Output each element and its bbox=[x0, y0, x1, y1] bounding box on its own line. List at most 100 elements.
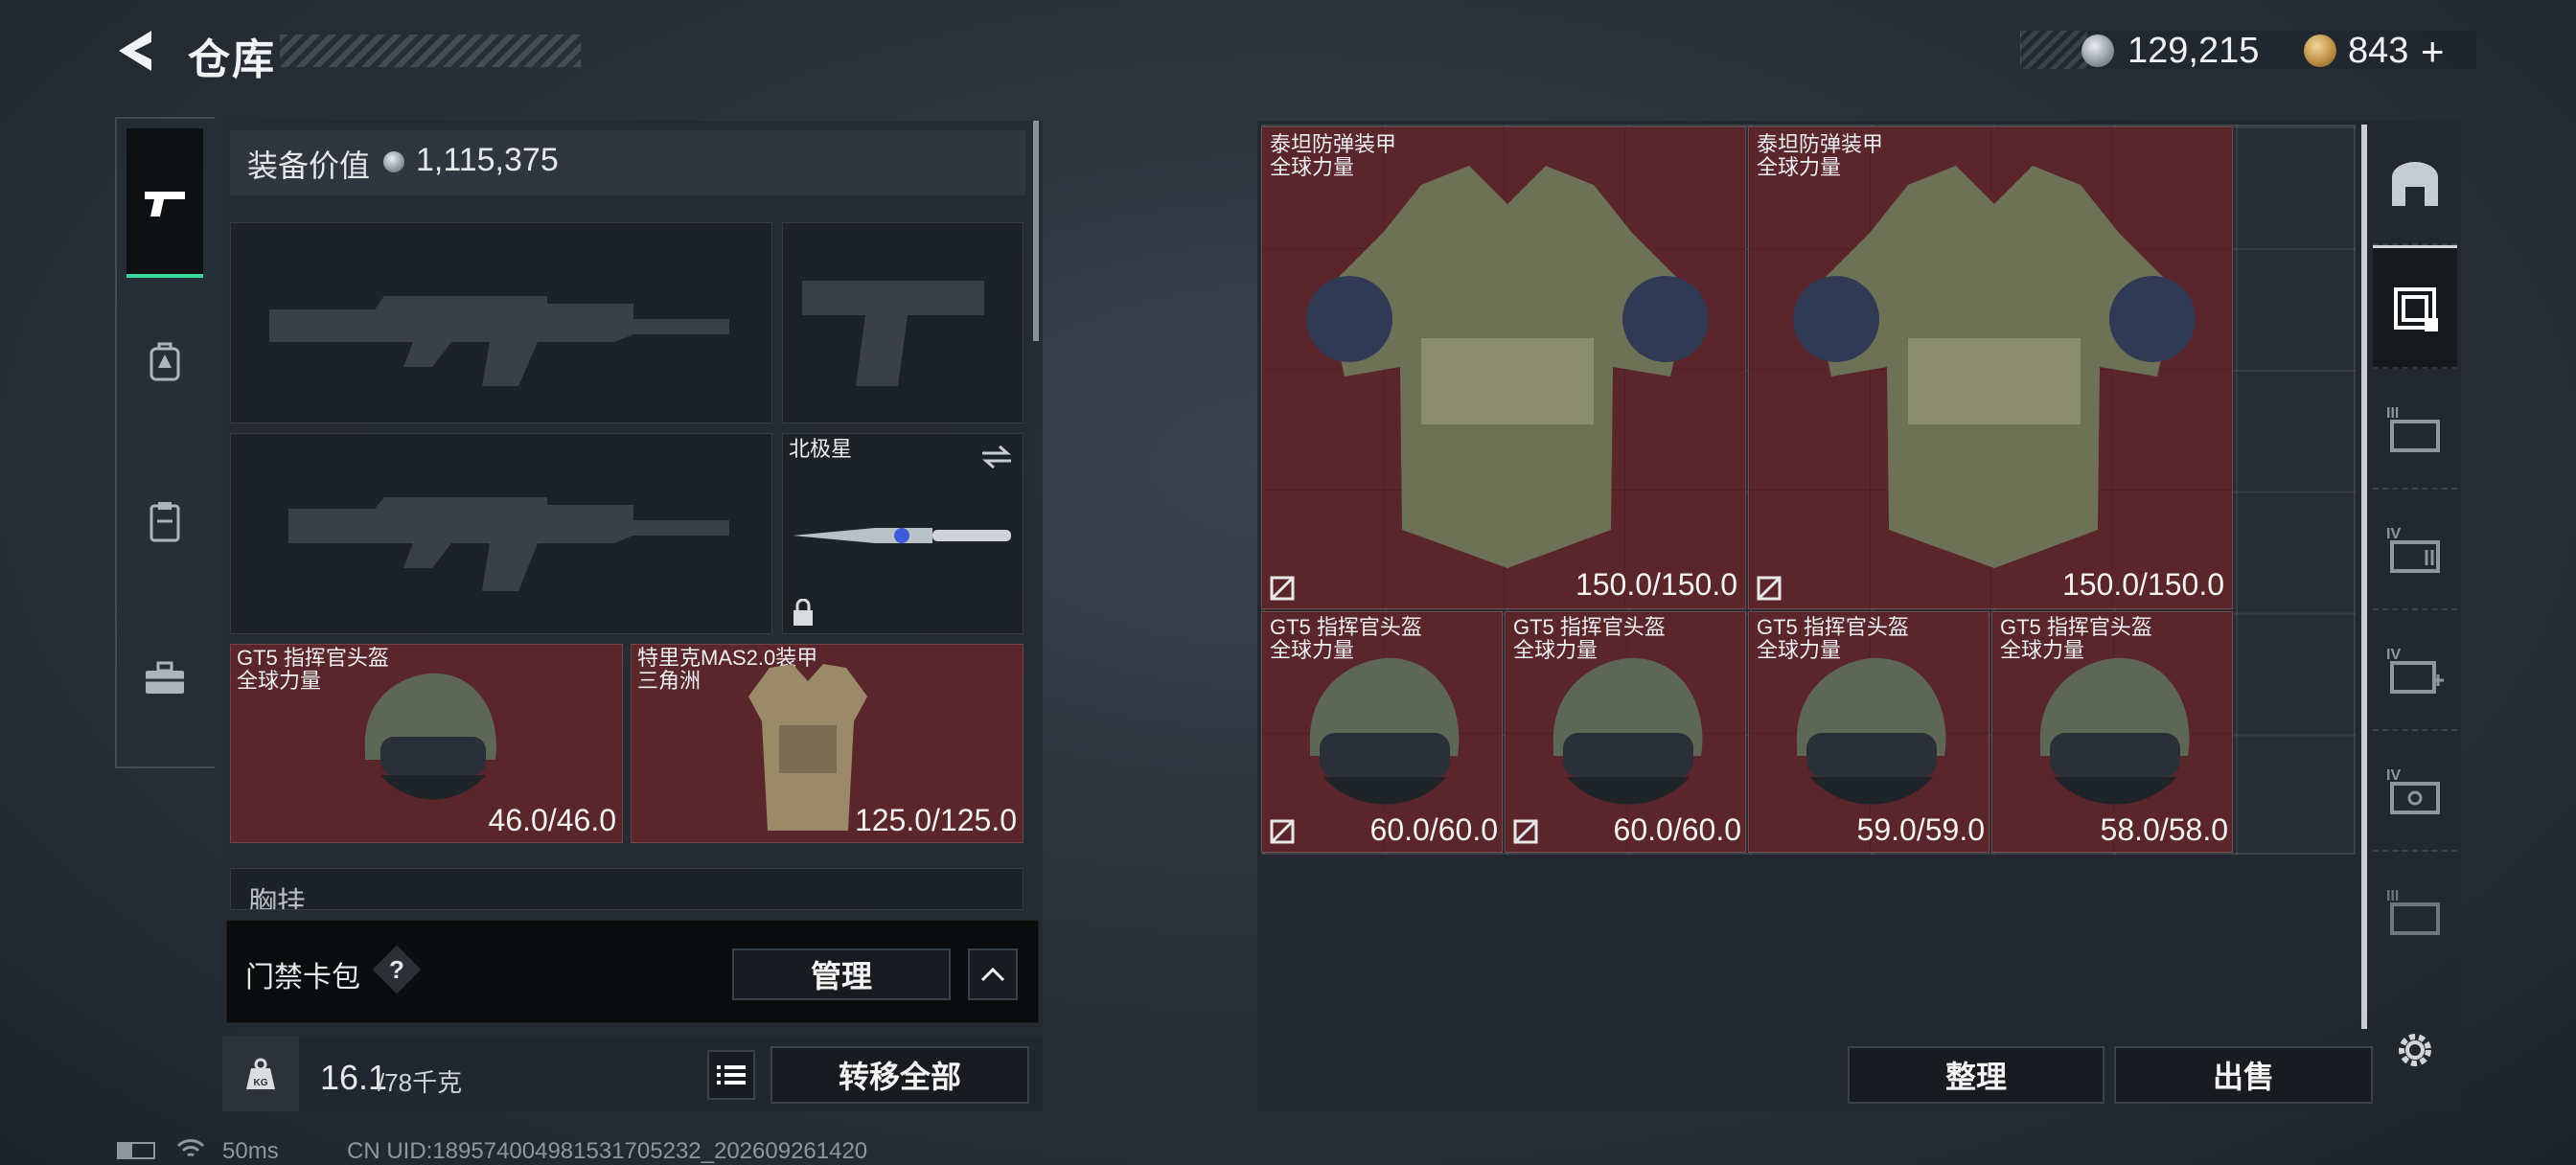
vest-icon bbox=[1793, 166, 2196, 568]
storage-tabs: III IV IV IV III bbox=[2373, 125, 2457, 1025]
helmet-slot[interactable]: GT5 指挥官头盔 全球力量 46.0/46.0 bbox=[230, 644, 623, 843]
max-weight: /78千克 bbox=[378, 1068, 463, 1097]
ping-text: 50ms bbox=[222, 1138, 279, 1164]
nav-toolbox[interactable] bbox=[126, 640, 203, 717]
case-iii-b-icon: III bbox=[2386, 888, 2440, 935]
settings-button[interactable] bbox=[2392, 1027, 2438, 1078]
no-insure-icon bbox=[1270, 576, 1295, 601]
tab-case-iii[interactable]: III bbox=[2373, 369, 2457, 490]
case-iv-key-icon: IV bbox=[2386, 767, 2440, 814]
storage-item-armor[interactable]: 泰坦防弹装甲 全球力量 150.0/150.0 bbox=[1748, 126, 2233, 609]
storage-item-armor[interactable]: 泰坦防弹装甲 全球力量 150.0/150.0 bbox=[1261, 126, 1746, 609]
toolbox-icon bbox=[146, 661, 184, 694]
list-icon bbox=[717, 1065, 746, 1085]
storage-scrollbar[interactable] bbox=[2361, 125, 2367, 1029]
safe-box-icon bbox=[2392, 162, 2438, 206]
transfer-all-button[interactable]: 转移全部 bbox=[770, 1046, 1029, 1104]
melee-slot[interactable]: 北极星 bbox=[782, 433, 1024, 634]
battery-icon bbox=[117, 1142, 155, 1159]
lock-icon bbox=[794, 599, 813, 626]
list-view-button[interactable] bbox=[707, 1050, 755, 1100]
gold-balance: 843 bbox=[2348, 31, 2409, 71]
tier-label: III bbox=[2386, 888, 2399, 904]
item-durability: 59.0/59.0 bbox=[1856, 812, 1985, 847]
item-durability: 150.0/150.0 bbox=[2061, 567, 2224, 602]
weight-badge: KG bbox=[222, 1037, 299, 1111]
clipboard-icon bbox=[150, 502, 180, 542]
tier-label: III bbox=[2386, 405, 2399, 422]
item-name: GT5 指挥官头盔 bbox=[2000, 615, 2152, 639]
item-name: GT5 指挥官头盔 bbox=[1270, 615, 1422, 639]
rifle-silhouette-icon bbox=[288, 497, 729, 591]
secondary-weapon-slot[interactable] bbox=[230, 433, 772, 634]
value-coin-icon bbox=[383, 151, 404, 172]
tab-case-iii-b[interactable]: III bbox=[2373, 852, 2457, 971]
helmet-durability: 46.0/46.0 bbox=[488, 803, 616, 837]
tab-gear-case[interactable] bbox=[2373, 245, 2457, 369]
nav-clipboard[interactable] bbox=[126, 483, 203, 560]
title-decoration bbox=[280, 34, 581, 67]
storage-item-helmet[interactable]: GT5 指挥官头盔 全球力量 58.0/58.0 bbox=[1991, 611, 2233, 853]
tab-safe-box[interactable] bbox=[2373, 125, 2457, 245]
helmet-icon bbox=[364, 673, 496, 800]
rifle-silhouette-icon bbox=[269, 296, 729, 386]
sidearm-slot[interactable] bbox=[782, 222, 1024, 423]
gear-case-icon bbox=[2394, 287, 2438, 331]
add-currency-button[interactable]: + bbox=[2421, 29, 2445, 75]
no-insure-icon bbox=[1757, 576, 1782, 601]
chest-rig-slot[interactable]: 胸挂 bbox=[230, 868, 1024, 910]
helmet-icon bbox=[1796, 657, 1946, 805]
armor-durability: 125.0/125.0 bbox=[854, 803, 1017, 837]
tab-case-iv-b[interactable]: IV bbox=[2373, 610, 2457, 731]
storage-item-helmet[interactable]: GT5 指挥官头盔 全球力量 59.0/59.0 bbox=[1748, 611, 1990, 853]
kg-weight-icon: KG bbox=[246, 1058, 275, 1089]
manage-button[interactable]: 管理 bbox=[732, 948, 951, 1000]
help-icon[interactable]: ? bbox=[380, 952, 414, 987]
armor-slot[interactable]: 特里克MAS2.0装甲 三角洲 125.0/125.0 bbox=[631, 644, 1024, 843]
backpack-icon bbox=[150, 342, 180, 381]
helmet-icon bbox=[1552, 657, 1703, 805]
back-button[interactable] bbox=[113, 27, 161, 75]
sell-button[interactable]: 出售 bbox=[2114, 1046, 2373, 1104]
swap-icon[interactable] bbox=[980, 444, 1013, 470]
back-arrow-icon bbox=[119, 31, 151, 71]
item-name: GT5 指挥官头盔 bbox=[1513, 615, 1666, 639]
chevron-up-icon bbox=[980, 967, 1005, 982]
equipment-value: 1,115,375 bbox=[416, 142, 559, 178]
nav-weapons[interactable] bbox=[126, 165, 203, 241]
loadout-scrollbar[interactable] bbox=[1033, 121, 1039, 341]
vest-icon bbox=[1306, 166, 1709, 568]
item-durability: 60.0/60.0 bbox=[1369, 812, 1498, 847]
page-title: 仓库 bbox=[188, 36, 276, 83]
tier-label: IV bbox=[2386, 767, 2401, 784]
sort-button[interactable]: 整理 bbox=[1848, 1046, 2104, 1104]
no-insure-icon bbox=[1513, 819, 1538, 844]
currency-bar-decoration bbox=[2020, 31, 2087, 69]
primary-weapon-slot[interactable] bbox=[230, 222, 772, 423]
case-iii-icon: III bbox=[2386, 405, 2440, 452]
case-iv-medical-icon: IV bbox=[2386, 647, 2444, 694]
knife-icon bbox=[793, 528, 1011, 543]
nav-backpack[interactable] bbox=[126, 324, 203, 400]
armor-icon bbox=[748, 664, 867, 831]
helmet-brand: 全球力量 bbox=[237, 669, 322, 693]
tier-label: IV bbox=[2386, 526, 2401, 542]
tab-case-iv-a[interactable]: IV bbox=[2373, 490, 2457, 610]
armor-brand: 三角洲 bbox=[637, 669, 702, 693]
item-durability: 58.0/58.0 bbox=[2100, 812, 2228, 847]
helmet-icon bbox=[1309, 657, 1460, 805]
chest-rig-label: 胸挂 bbox=[248, 887, 306, 910]
item-durability: 150.0/150.0 bbox=[1575, 567, 1737, 602]
collapse-button[interactable] bbox=[968, 948, 1018, 1000]
uid-text: CN UID:18957400498153170523​2_2026092614… bbox=[347, 1138, 868, 1164]
storage-item-helmet[interactable]: GT5 指挥官头盔 全球力量 60.0/60.0 bbox=[1505, 611, 1746, 853]
kg-label: KG bbox=[254, 1078, 268, 1088]
storage-item-helmet[interactable]: GT5 指挥官头盔 全球力量 60.0/60.0 bbox=[1261, 611, 1503, 853]
wifi-icon bbox=[176, 1139, 205, 1157]
case-iv-ammo-icon: IV bbox=[2386, 526, 2440, 573]
tab-case-iv-c[interactable]: IV bbox=[2373, 731, 2457, 852]
helmet-icon bbox=[2039, 657, 2190, 805]
pistol-silhouette-icon bbox=[802, 281, 984, 386]
melee-name: 北极星 bbox=[789, 437, 853, 461]
item-name: GT5 指挥官头盔 bbox=[1757, 615, 1909, 639]
